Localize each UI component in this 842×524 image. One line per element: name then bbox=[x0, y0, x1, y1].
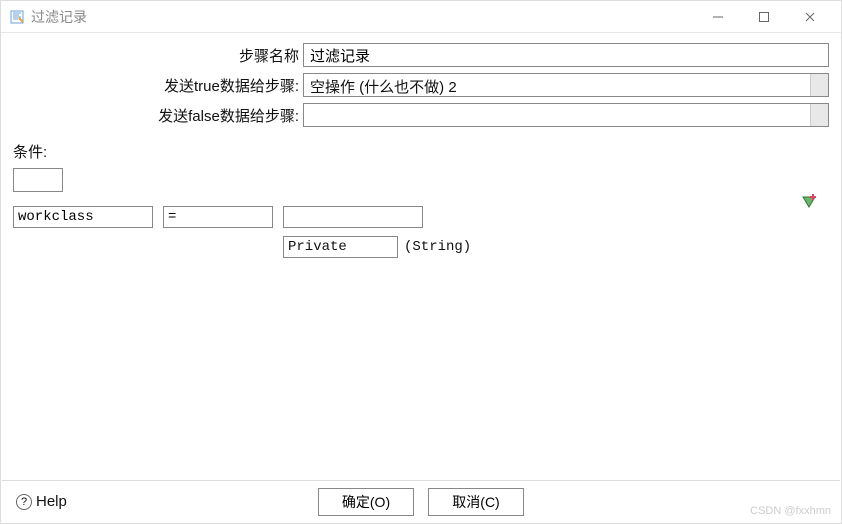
step-name-label: 步骤名称 bbox=[13, 45, 303, 66]
app-icon bbox=[9, 9, 25, 25]
bottom-bar: ? Help 确定(O) 取消(C) bbox=[2, 480, 840, 522]
chevron-down-icon[interactable] bbox=[810, 74, 828, 96]
send-true-label: 发送true数据给步骤 bbox=[13, 75, 303, 96]
close-button[interactable] bbox=[787, 2, 833, 32]
help-button[interactable]: ? Help bbox=[10, 489, 73, 514]
cancel-button[interactable]: 取消(C) bbox=[428, 488, 524, 516]
window-title: 过滤记录 bbox=[31, 7, 87, 27]
condition-suggested-value[interactable]: Private bbox=[283, 236, 398, 258]
condition-operator-input[interactable] bbox=[163, 206, 273, 228]
add-condition-icon[interactable] bbox=[801, 193, 817, 209]
send-false-label: 发送false数据给步骤 bbox=[13, 105, 303, 126]
ok-button[interactable]: 确定(O) bbox=[318, 488, 414, 516]
help-label: Help bbox=[36, 493, 67, 510]
condition-section-label: 条件: bbox=[13, 141, 829, 162]
condition-type-hint: (String) bbox=[398, 237, 477, 257]
help-icon: ? bbox=[16, 494, 32, 510]
condition-logic-box[interactable] bbox=[13, 168, 63, 192]
dialog-content: 步骤名称 发送true数据给步骤 空操作 (什么也不做) 2 发送false数据… bbox=[1, 33, 841, 258]
chevron-down-icon[interactable] bbox=[810, 104, 828, 126]
send-false-dropdown[interactable] bbox=[303, 103, 829, 127]
send-false-value bbox=[304, 104, 810, 126]
step-name-input[interactable] bbox=[303, 43, 829, 67]
title-bar: 过滤记录 bbox=[1, 1, 841, 33]
condition-value-input[interactable] bbox=[283, 206, 423, 228]
send-true-dropdown[interactable]: 空操作 (什么也不做) 2 bbox=[303, 73, 829, 97]
condition-field-input[interactable] bbox=[13, 206, 153, 228]
send-true-value: 空操作 (什么也不做) 2 bbox=[304, 74, 810, 96]
minimize-button[interactable] bbox=[695, 2, 741, 32]
watermark: CSDN @fxxhmn bbox=[750, 505, 831, 517]
maximize-button[interactable] bbox=[741, 2, 787, 32]
